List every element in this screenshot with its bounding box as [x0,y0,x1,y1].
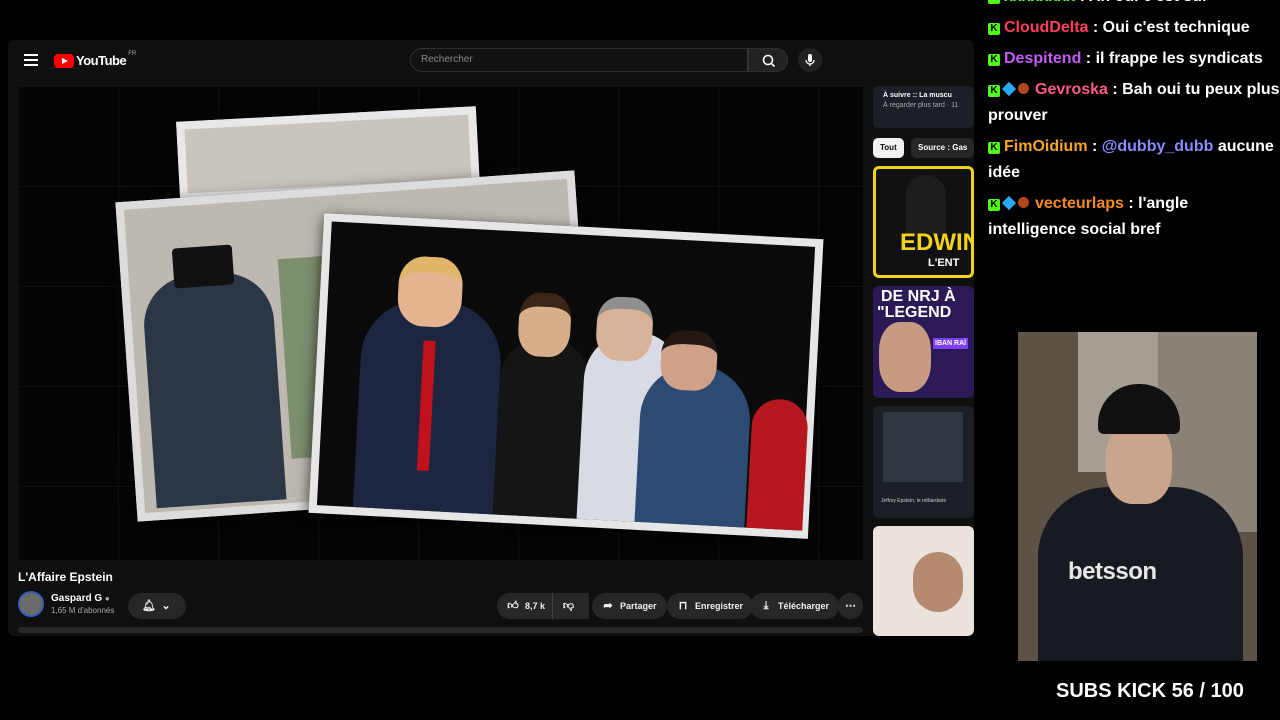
more-actions-button[interactable]: ⋯ [838,593,863,619]
video-title: L'Affaire Epstein [18,570,113,584]
share-button[interactable]: ➦ Partager [592,593,667,619]
youtube-window: YouTube FR Rechercher L'Affaire Epstein … [8,40,974,636]
chat-separator: : [1087,138,1102,155]
thumbs-up-icon: 👍︎ [507,600,519,612]
related-sidebar: À suivre :: La muscu À regarder plus tar… [873,86,974,636]
thumb-sub-1: L'ENT [928,257,960,269]
chat-message: K Despitend : il frappe les syndicats [988,46,1280,72]
related-video-2[interactable]: DE NRJ À "LEGEND IBAN RAÏ [873,286,974,398]
related-video-4[interactable] [873,526,974,636]
chat-message: Kvecteurlaps : l'angle intelligence soci… [988,191,1280,243]
youtube-header: YouTube FR Rechercher [8,40,974,82]
description-box[interactable] [18,627,863,633]
chat-message: K CloudDelta : Oui c'est technique [988,15,1280,41]
chat-separator: : [1075,0,1089,5]
subscriber-count: 1,65 M d'abonnés [51,606,115,615]
photo-person-5 [746,397,810,531]
chat-separator: : [1088,19,1103,36]
thumb-title-1: EDWIN [900,229,974,256]
youtube-logo[interactable]: YouTube FR [54,50,137,68]
chat-username[interactable]: xxxxxxxx [1004,0,1075,5]
related-video-3[interactable]: Jeffrey Epstein, le milliardaire [873,406,974,518]
kick-badge-icon: K [988,0,1000,4]
verified-icon: ● [104,594,110,603]
youtube-wordmark: YouTube [76,53,127,68]
kick-badge-icon: K [988,23,1000,35]
thumb-face [879,322,931,392]
chat-separator: : [1081,50,1096,67]
chat-username[interactable]: Despitend [1004,50,1081,67]
kick-chat: Kxxxxxxxx : Ah oui c'est sur K CloudDelta … [988,0,1280,248]
search-input[interactable]: Rechercher [410,48,748,72]
kick-badge-icon: K [988,199,1000,211]
kick-badge-icon: K [988,85,1000,97]
menu-icon[interactable] [24,54,38,66]
voice-search-button[interactable] [798,48,822,72]
chevron-down-icon: ⌄ [161,600,171,612]
up-next-sub: À regarder plus tard · 11 [883,102,959,109]
photo-head-3 [594,295,655,363]
chat-username[interactable]: CloudDelta [1004,19,1088,36]
chat-username[interactable]: FimOidium [1004,138,1088,155]
chat-text: Ah oui c'est sur [1089,0,1208,5]
thumb-bars [883,412,963,482]
up-next-title: À suivre :: La muscu [883,92,952,99]
cube-badge-icon [1001,81,1017,97]
chat-username[interactable]: vecteurlaps [1035,195,1124,212]
bell-icon: 🔔︎ [142,600,156,612]
cube-badge-icon [1001,195,1017,211]
thumb-caption-3: Jeffrey Epstein, le milliardaire [881,498,947,504]
share-icon: ➦ [603,600,613,612]
chip-all[interactable]: Tout [873,138,904,158]
chat-message: K FimOidium : @dubby_dubb aucune idée [988,134,1280,186]
region-code: FR [128,50,137,57]
top-hat [171,244,235,289]
microphone-icon [805,54,815,66]
webcam-face [1106,422,1172,504]
channel-avatar[interactable] [18,591,44,617]
photo-head-1 [396,255,465,329]
chat-text: Oui c'est technique [1102,19,1250,36]
related-video-1[interactable]: EDWIN L'ENT [873,166,974,278]
webcam-feed: betsson [1018,332,1257,661]
basketball-badge-icon [1018,83,1029,94]
chat-separator: : [1123,195,1139,212]
shirt-logo-text: betsson [1068,558,1157,585]
thumb-arm [913,552,963,612]
chat-mention[interactable]: @dubby_dubb [1102,138,1218,155]
photo-frame-main [308,213,824,539]
video-player[interactable] [18,86,863,560]
thumb-tag-2: IBAN RAÏ [933,338,969,349]
download-icon: ⤓ [763,600,769,612]
chat-message: Kxxxxxxxx : Ah oui c'est sur [988,0,1280,10]
stream-layout: YouTube FR Rechercher L'Affaire Epstein … [0,0,1280,720]
chat-text: Bah oui tu peux plus prouver [988,81,1280,124]
up-next-card[interactable]: À suivre :: La muscu À regarder plus tar… [873,86,974,128]
chat-text: il frappe les syndicats [1095,50,1263,67]
save-button[interactable]: ⊓ Enregistrer [667,593,754,619]
kick-badge-icon: K [988,142,1000,154]
channel-name[interactable]: Gaspard G ● [51,593,110,604]
thumb-player [906,175,946,235]
thumbs-down-icon: 👎︎ [562,600,575,612]
photo-head-2 [517,291,573,359]
photo-person-top-hat [140,269,287,509]
dislike-button[interactable]: 👎︎ [552,593,584,619]
chat-username[interactable]: Gevroska [1035,81,1108,98]
kick-badge-icon: K [988,54,1000,66]
basketball-badge-icon [1018,197,1029,208]
youtube-play-icon [54,53,74,68]
search-button[interactable] [748,48,788,72]
sub-goal-counter: SUBS KICK 56 / 100 [1056,680,1244,702]
bookmark-icon: ⊓ [678,600,688,612]
thumb-sub-2: "LEGEND [877,304,952,321]
download-button[interactable]: ⤓ Télécharger [750,593,840,619]
search-icon [762,54,776,68]
chip-source[interactable]: Source : Gas [911,138,974,158]
photo-head-4 [659,328,719,392]
chat-separator: : [1107,81,1123,98]
notification-bell-button[interactable]: 🔔︎ ⌄ [128,593,186,619]
more-icon: ⋯ [845,600,856,612]
chat-message: K Gevroska : Bah oui tu peux plus prouver [988,77,1280,129]
